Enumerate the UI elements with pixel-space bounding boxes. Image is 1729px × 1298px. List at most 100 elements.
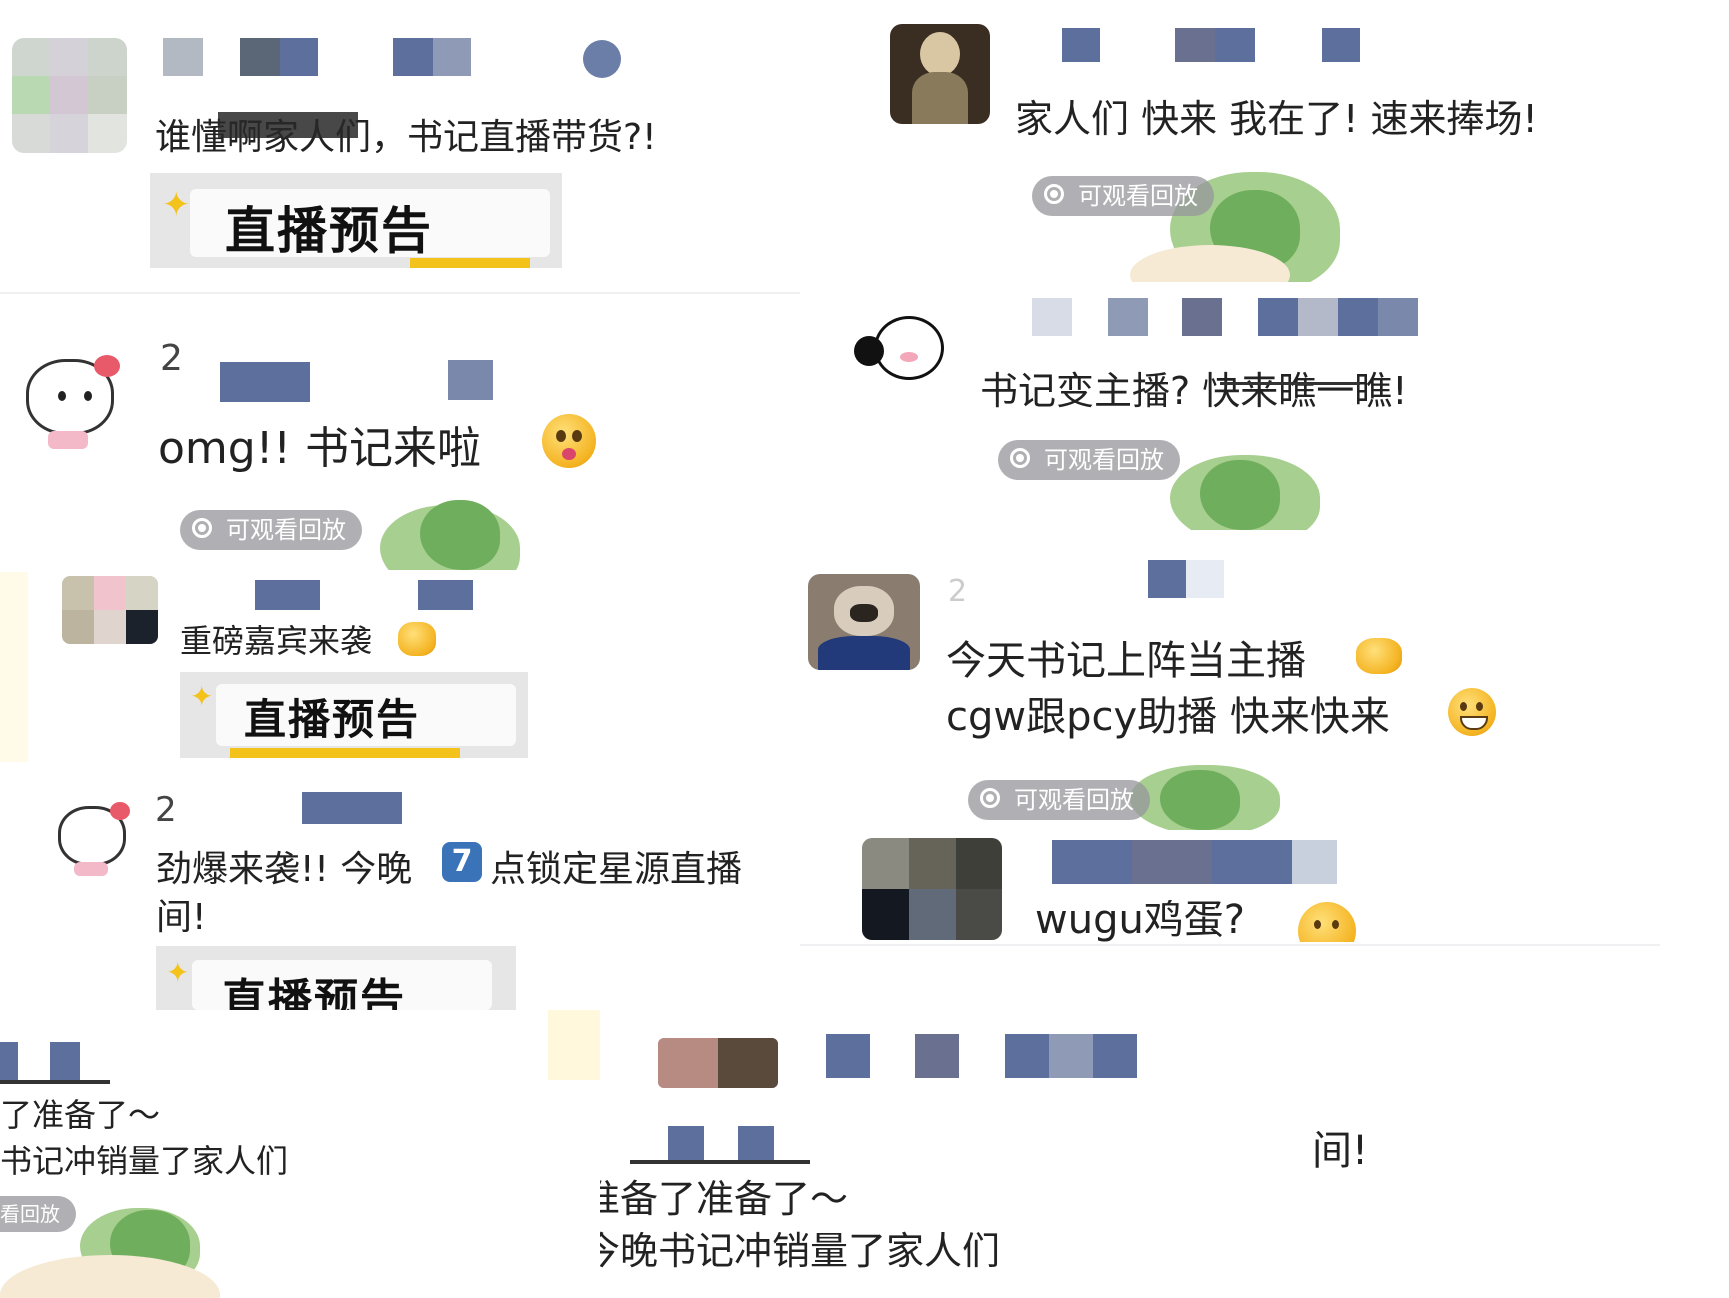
replay-radio-icon bbox=[192, 518, 212, 538]
username-mosaic bbox=[915, 1034, 959, 1078]
post-text: 间! bbox=[156, 897, 207, 938]
username-mosaic bbox=[1052, 840, 1132, 884]
username-mosaic bbox=[1215, 28, 1255, 62]
post-card-5[interactable]: 了准备了～ 书记冲销量了家人们 看回放 bbox=[0, 1010, 600, 1298]
post-card-3[interactable]: 重磅嘉宾来袭 ✦ 直播预告 bbox=[0, 572, 800, 762]
portrait-avatar[interactable] bbox=[890, 24, 990, 124]
username-mosaic bbox=[1093, 1034, 1137, 1078]
redact-bar bbox=[0, 1080, 110, 1084]
emoji-icon bbox=[1356, 638, 1402, 674]
strike-line bbox=[1220, 382, 1360, 385]
username-mosaic bbox=[448, 360, 493, 400]
username-mosaic bbox=[0, 1042, 18, 1082]
dog-avatar[interactable] bbox=[808, 574, 920, 670]
username-mosaic bbox=[1148, 560, 1186, 598]
redact-bar bbox=[218, 112, 358, 138]
replay-label: 可观看回放 bbox=[226, 516, 346, 544]
username-mosaic bbox=[220, 362, 310, 402]
banner-text: 直播预告 bbox=[244, 695, 421, 744]
post-prefix: 2 bbox=[155, 790, 177, 830]
replay-radio-icon bbox=[1010, 448, 1030, 468]
banner-text: 直播预告 bbox=[225, 202, 433, 260]
username-mosaic bbox=[1298, 298, 1338, 336]
post-text: 今天书记上阵当主播 bbox=[946, 638, 1306, 684]
mosaic-avatar[interactable] bbox=[12, 38, 127, 153]
cartoon-doodle-avatar[interactable] bbox=[850, 310, 944, 390]
post-card-7[interactable]: 书记变主播? 快来瞧一瞧! 可观看回放 bbox=[820, 290, 1729, 530]
post-prefix: 2 bbox=[948, 574, 968, 609]
username-mosaic bbox=[1378, 298, 1418, 336]
replay-badge[interactable]: 可观看回放 bbox=[180, 510, 362, 550]
replay-label: 可观看回放 bbox=[1078, 182, 1198, 210]
live-preview-banner[interactable]: ✦ 直播预告 bbox=[180, 672, 528, 758]
username-mosaic bbox=[1062, 28, 1100, 62]
banner-text: 直播预告 bbox=[222, 975, 406, 1010]
username-mosaic bbox=[1338, 298, 1378, 336]
post-prefix: 2 bbox=[160, 338, 183, 379]
mosaic-avatar[interactable] bbox=[62, 576, 158, 644]
replay-label: 可观看回放 bbox=[1044, 446, 1164, 474]
post-text: 准备了准备了～ bbox=[600, 1177, 849, 1221]
post-text: 今晚书记冲销量了家人们 bbox=[600, 1229, 1001, 1273]
username-mosaic bbox=[433, 38, 471, 76]
username-mosaic bbox=[738, 1126, 774, 1162]
post-card-10[interactable]: 间! 准备了准备了～ 今晚书记冲销量了家人们 bbox=[600, 1000, 1729, 1298]
post-text: 家人们 快来 我在了! 速来捧场! bbox=[1015, 97, 1538, 141]
username-mosaic bbox=[50, 1042, 80, 1082]
post-text: 劲爆来袭!! 今晚 bbox=[156, 849, 413, 890]
post-text: wugu鸡蛋? bbox=[1035, 900, 1246, 942]
post-card-4[interactable]: 2 劲爆来袭!! 今晚 7 点锁定星源直播 间! ✦ 直播预告 bbox=[0, 770, 800, 1010]
hello-kitty-avatar[interactable] bbox=[46, 792, 136, 877]
live-preview-banner[interactable]: ✦ 直播预告 bbox=[156, 946, 516, 1010]
post-text: 书记变主播? 快来瞧一瞧! bbox=[980, 369, 1408, 413]
post-card-6[interactable]: 家人们 快来 我在了! 速来捧场! 可观看回放 bbox=[860, 0, 1729, 282]
username-mosaic bbox=[1292, 840, 1337, 884]
username-mosaic bbox=[163, 38, 203, 76]
username-mosaic bbox=[280, 38, 318, 76]
username-mosaic bbox=[255, 580, 320, 610]
post-card-9[interactable]: wugu鸡蛋? bbox=[800, 830, 1729, 942]
mosaic-avatar[interactable] bbox=[862, 838, 1002, 940]
username-mosaic bbox=[240, 38, 280, 76]
replay-radio-icon bbox=[1044, 184, 1064, 204]
thinking-emoji-icon bbox=[1298, 902, 1356, 942]
replay-label: 可观看回放 bbox=[1014, 786, 1134, 814]
replay-badge[interactable]: 可观看回放 bbox=[998, 440, 1180, 480]
replay-badge[interactable]: 可观看回放 bbox=[968, 780, 1150, 820]
post-text: omg!! 书记来啦 bbox=[158, 423, 481, 474]
replay-badge[interactable]: 可观看回放 bbox=[1032, 176, 1214, 216]
mosaic-avatar[interactable] bbox=[658, 1038, 778, 1088]
post-text: 点锁定星源直播 bbox=[490, 849, 743, 890]
emoji-icon bbox=[542, 414, 596, 468]
username-mosaic bbox=[393, 38, 433, 76]
username-mosaic bbox=[1258, 298, 1298, 336]
post-card-2[interactable]: 2 omg!! 书记来啦 可观看回放 bbox=[0, 300, 800, 570]
username-mosaic bbox=[1032, 298, 1072, 336]
username-mosaic bbox=[1186, 560, 1224, 598]
emoji-icon bbox=[583, 40, 621, 78]
keycap-7-icon: 7 bbox=[442, 842, 482, 882]
replay-badge[interactable]: 看回放 bbox=[0, 1196, 76, 1232]
emoji-icon bbox=[1448, 688, 1496, 736]
username-mosaic bbox=[1175, 28, 1215, 62]
username-mosaic bbox=[1212, 840, 1292, 884]
emoji-icon bbox=[398, 622, 436, 656]
post-text: cgw跟pcy助播 快来快来 bbox=[946, 694, 1390, 740]
replay-radio-icon bbox=[980, 788, 1000, 808]
post-text: 书记冲销量了家人们 bbox=[0, 1142, 289, 1180]
username-mosaic bbox=[1182, 298, 1222, 336]
post-card-1[interactable]: 谁懂啊家人们，书记直播带货?! ✦ 直播预告 bbox=[0, 0, 780, 272]
username-mosaic bbox=[1108, 298, 1148, 336]
post-text: 重磅嘉宾来袭 bbox=[180, 622, 373, 660]
username-mosaic bbox=[302, 792, 402, 824]
username-mosaic bbox=[1322, 28, 1360, 62]
post-card-8[interactable]: 2 今天书记上阵当主播 cgw跟pcy助播 快来快来 可观看回放 bbox=[800, 560, 1729, 830]
hello-kitty-avatar[interactable] bbox=[8, 345, 128, 455]
post-text: 了准备了～ bbox=[0, 1096, 161, 1134]
username-mosaic bbox=[418, 580, 473, 610]
username-mosaic bbox=[1005, 1034, 1049, 1078]
live-preview-banner[interactable]: ✦ 直播预告 bbox=[150, 173, 562, 268]
post-fragment: 间! bbox=[1312, 1128, 1369, 1174]
redact-bar bbox=[630, 1160, 810, 1164]
username-mosaic bbox=[1132, 840, 1212, 884]
